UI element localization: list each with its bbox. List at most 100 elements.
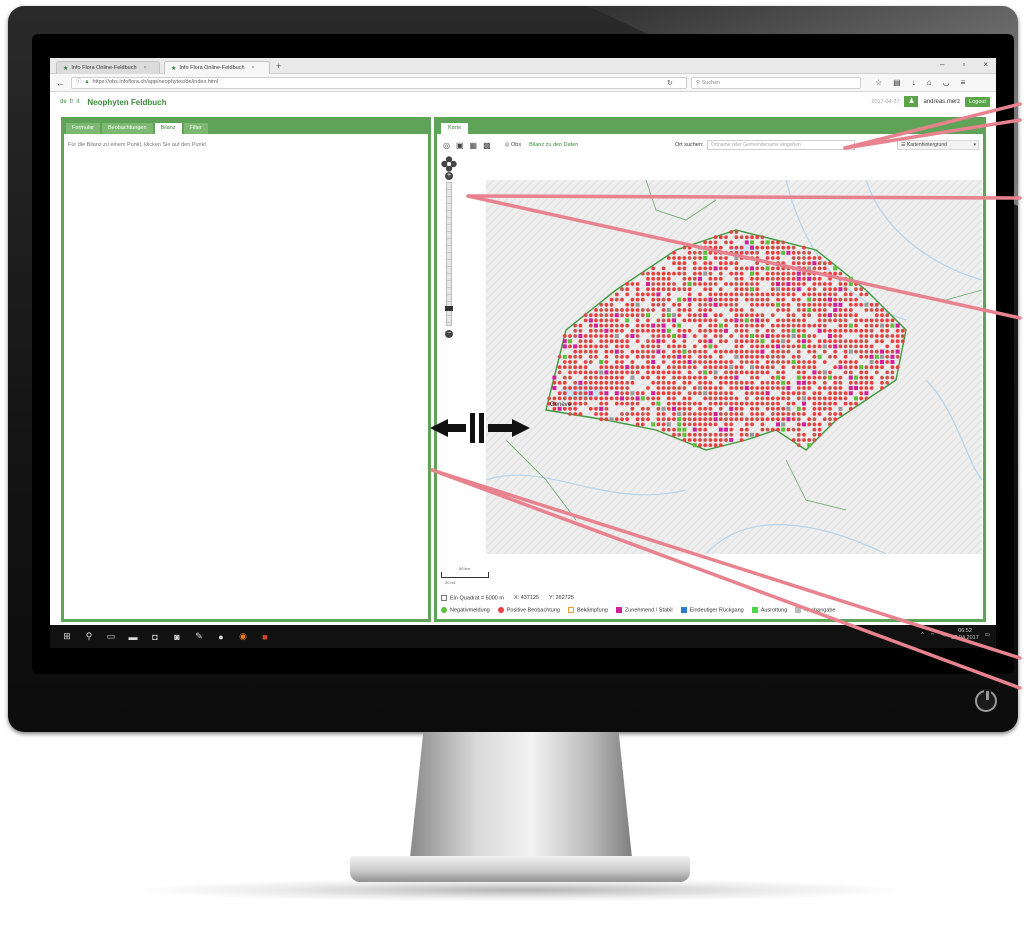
observation-point[interactable] (594, 323, 598, 328)
observation-point[interactable] (859, 375, 864, 380)
observation-point[interactable] (734, 375, 739, 380)
observation-point[interactable] (744, 396, 749, 401)
observation-point[interactable] (807, 344, 812, 349)
observation-point[interactable] (812, 401, 817, 406)
observation-point[interactable] (750, 344, 754, 349)
observation-point[interactable] (578, 365, 583, 370)
observation-point[interactable] (677, 271, 682, 276)
observation-point[interactable] (828, 422, 832, 427)
observation-point[interactable] (885, 370, 890, 375)
observation-point[interactable] (729, 427, 734, 432)
observation-point[interactable] (880, 386, 884, 390)
observation-point[interactable] (687, 250, 692, 255)
observation-point[interactable] (765, 297, 770, 302)
observation-point[interactable] (817, 261, 822, 266)
observation-point[interactable] (677, 302, 682, 307)
observation-point[interactable] (578, 396, 583, 401)
observation-point[interactable] (620, 365, 624, 370)
observation-point[interactable] (651, 354, 656, 359)
observation-point[interactable] (718, 334, 723, 338)
observation-point[interactable] (765, 417, 770, 422)
observation-point[interactable] (812, 349, 817, 354)
observation-point[interactable] (791, 256, 796, 260)
observation-point[interactable] (755, 360, 760, 364)
observation-point[interactable] (781, 318, 786, 323)
observation-point[interactable] (744, 240, 749, 245)
observation-point[interactable] (703, 240, 708, 245)
observation-point[interactable] (739, 287, 744, 292)
observation-point[interactable] (599, 370, 604, 375)
observation-point[interactable] (776, 380, 780, 385)
observation-point[interactable] (848, 386, 853, 390)
observation-point[interactable] (786, 406, 791, 411)
observation-point[interactable] (755, 432, 760, 437)
observation-point[interactable] (833, 412, 838, 416)
observation-point[interactable] (614, 344, 619, 349)
observation-point[interactable] (750, 302, 754, 307)
observation-point[interactable] (848, 292, 853, 297)
observation-point[interactable] (750, 323, 754, 328)
observation-point[interactable] (859, 349, 864, 354)
menu-icon[interactable]: ≡ (961, 78, 966, 87)
observation-point[interactable] (781, 365, 786, 370)
observation-point[interactable] (885, 323, 890, 328)
observation-point[interactable] (822, 375, 827, 380)
observation-point[interactable] (760, 245, 765, 250)
observation-point[interactable] (614, 365, 619, 370)
observation-point[interactable] (625, 365, 630, 370)
observation-point[interactable] (630, 328, 635, 333)
observation-point[interactable] (708, 297, 713, 302)
observation-point[interactable] (692, 412, 697, 416)
observation-point[interactable] (687, 438, 692, 442)
observation-point[interactable] (833, 292, 838, 297)
observation-point[interactable] (604, 334, 609, 338)
observation-point[interactable] (750, 432, 754, 437)
observation-point[interactable] (791, 323, 796, 328)
observation-point[interactable] (765, 406, 770, 411)
observation-point[interactable] (869, 365, 874, 370)
observation-point[interactable] (583, 380, 588, 385)
observation-point[interactable] (640, 349, 645, 354)
observation-point[interactable] (692, 391, 697, 396)
observation-point[interactable] (807, 375, 812, 380)
observation-point[interactable] (739, 328, 744, 333)
observation-point[interactable] (640, 328, 645, 333)
observation-point[interactable] (781, 282, 786, 286)
observation-point[interactable] (895, 339, 900, 344)
observation-point[interactable] (755, 318, 760, 323)
observation-point[interactable] (859, 391, 864, 396)
observation-point[interactable] (708, 417, 713, 422)
observation-point[interactable] (640, 344, 645, 349)
observation-point[interactable] (614, 328, 619, 333)
observation-point[interactable] (765, 276, 770, 281)
observation-point[interactable] (609, 386, 614, 390)
observation-point[interactable] (620, 328, 624, 333)
observation-point[interactable] (713, 292, 718, 297)
observation-point[interactable] (646, 417, 650, 422)
observation-point[interactable] (682, 349, 687, 354)
observation-point[interactable] (812, 297, 817, 302)
observation-point[interactable] (682, 396, 687, 401)
observation-point[interactable] (599, 339, 604, 344)
observation-point[interactable] (708, 360, 713, 364)
observation-point[interactable] (677, 406, 682, 411)
minimize-icon[interactable]: – (940, 60, 944, 69)
observation-point[interactable] (692, 438, 697, 442)
observation-point[interactable] (687, 292, 692, 297)
observation-point[interactable] (848, 380, 853, 385)
observation-point[interactable] (786, 386, 791, 390)
observation-point[interactable] (724, 391, 728, 396)
observation-point[interactable] (817, 401, 822, 406)
observation-point[interactable] (843, 365, 848, 370)
observation-point[interactable] (599, 380, 604, 385)
observation-point[interactable] (630, 412, 635, 416)
observation-point[interactable] (796, 250, 801, 255)
observation-point[interactable] (765, 360, 770, 364)
observation-point[interactable] (802, 375, 806, 380)
chrome-icon[interactable]: ● (210, 632, 232, 642)
observation-point[interactable] (692, 375, 697, 380)
observation-point[interactable] (796, 380, 801, 385)
observation-point[interactable] (796, 438, 801, 442)
observation-point[interactable] (890, 370, 895, 375)
observation-point[interactable] (734, 396, 739, 401)
